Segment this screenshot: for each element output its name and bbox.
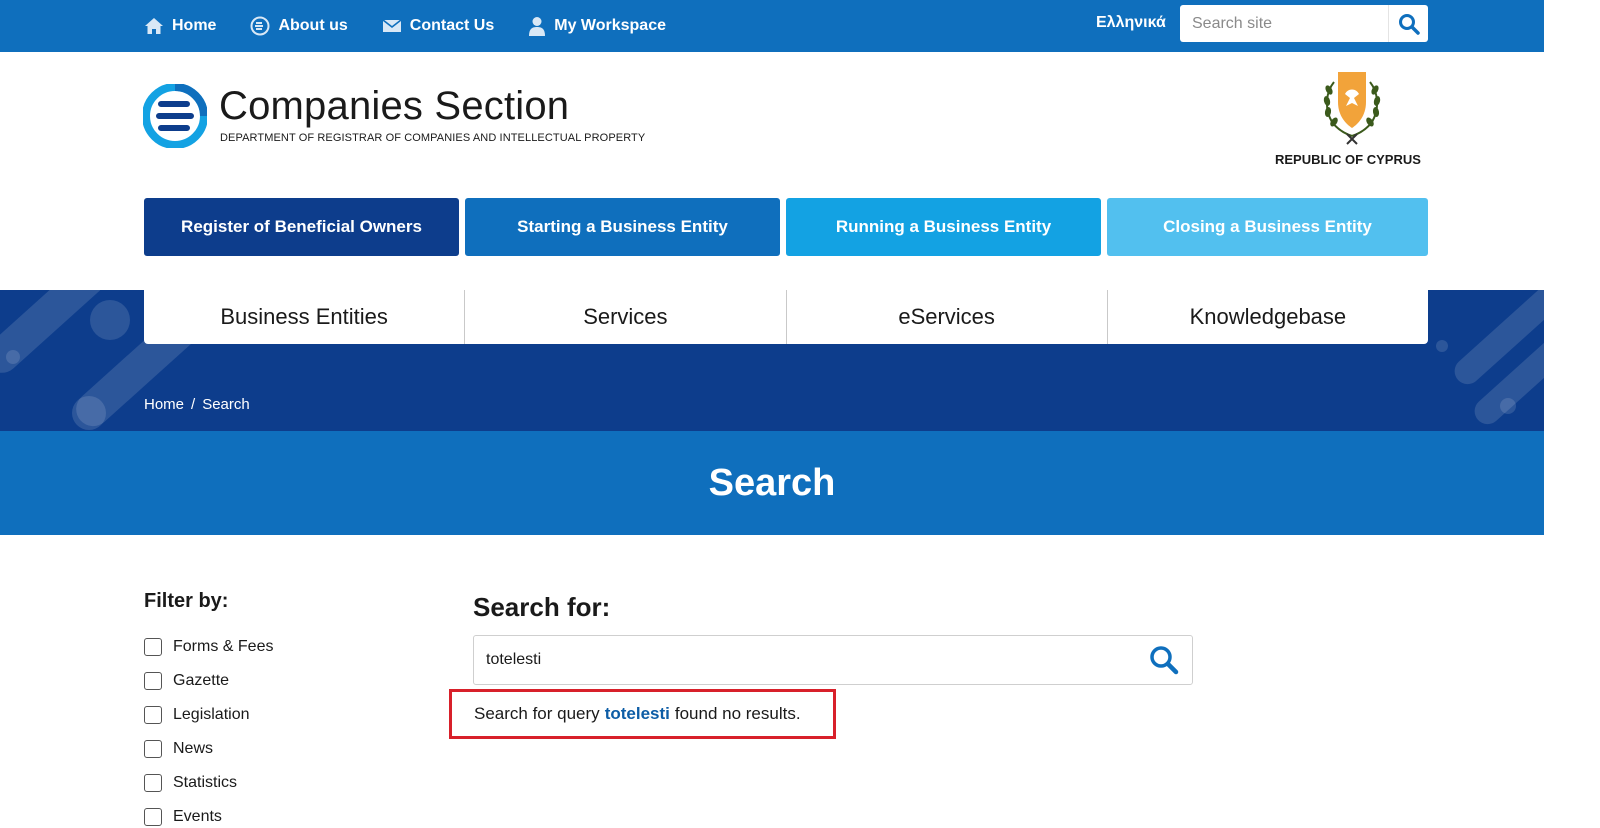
register-beneficial-owners-button[interactable]: Register of Beneficial Owners [144,198,459,256]
companies-section-logo[interactable] [142,83,208,153]
logo-icon [142,83,208,149]
filter-label: Legislation [173,706,250,723]
filter-checkbox[interactable] [144,672,162,690]
running-business-entity-button[interactable]: Running a Business Entity [786,198,1101,256]
filter-checkbox[interactable] [144,638,162,656]
about-icon [250,16,270,36]
no-results-query[interactable]: totelesti [605,704,670,724]
nav-workspace[interactable]: My Workspace [528,16,666,36]
filter-checkbox[interactable] [144,706,162,724]
page-title: Search [708,461,836,504]
search-icon [1150,646,1179,675]
site-subtitle: DEPARTMENT OF REGISTRAR OF COMPANIES AND… [220,132,646,144]
filter-label: Events [173,808,222,825]
filter-checkbox[interactable] [144,774,162,792]
language-switch[interactable]: Ελληνικά [1096,14,1166,32]
filter-label: News [173,740,214,757]
nav-home[interactable]: Home [144,17,216,35]
filter-checkbox[interactable] [144,740,162,758]
nav-contact[interactable]: Contact Us [382,17,494,35]
main-search-button[interactable] [1136,637,1192,683]
main-nav-knowledgebase[interactable]: Knowledgebase [1108,290,1428,344]
nav-about[interactable]: About us [250,16,348,36]
filter-option[interactable]: Legislation [144,698,273,732]
nav-home-label: Home [172,17,217,34]
filter-option[interactable]: Events [144,800,273,828]
nav-contact-label: Contact Us [409,17,495,34]
closing-business-entity-button[interactable]: Closing a Business Entity [1107,198,1428,256]
nav-workspace-label: My Workspace [554,17,666,34]
breadcrumb-home[interactable]: Home [144,396,184,413]
filter-list: Forms & Fees Gazette Legislation News St… [144,630,273,828]
filter-option[interactable]: News [144,732,273,766]
filter-label: Gazette [173,672,230,689]
decor-dot [90,300,130,340]
no-results-prefix: Search for query [474,704,600,723]
starting-business-entity-button[interactable]: Starting a Business Entity [465,198,780,256]
main-nav-services[interactable]: Services [465,290,787,344]
site-search-input[interactable] [1180,5,1388,42]
filter-label: Statistics [173,774,238,791]
filter-checkbox[interactable] [144,808,162,826]
breadcrumb: Home / Search [144,396,250,413]
main-nav-business-entities[interactable]: Business Entities [144,290,466,344]
decor-stripe [0,290,113,380]
filter-option[interactable]: Gazette [144,664,273,698]
search-icon [1398,13,1420,35]
search-heading: Search for: [473,592,611,622]
filter-option[interactable]: Statistics [144,766,273,800]
decor-dot [1500,398,1516,414]
coat-of-arms-icon [1323,72,1381,145]
top-nav: Home About us Contact Us My Workspace [144,0,700,52]
main-nav-eservices[interactable]: eServices [787,290,1108,344]
home-icon [145,18,163,34]
emblem-label: REPUBLIC OF CYPRUS [1275,152,1421,167]
cyprus-emblem [1312,68,1392,151]
breadcrumb-current: Search [202,396,250,413]
decor-dot [6,350,20,364]
site-title: Companies Section [219,84,570,128]
page-title-bar: Search [0,431,1544,535]
no-results-message: Search for query totelesti found no resu… [449,689,836,739]
site-search-button[interactable] [1388,5,1428,42]
breadcrumb-separator: / [191,396,196,413]
main-search [473,635,1193,685]
filter-label: Forms & Fees [173,638,274,655]
filter-heading: Filter by: [144,590,229,612]
main-search-input[interactable] [474,637,1136,683]
nav-about-label: About us [278,17,348,34]
site-search [1180,5,1428,42]
no-results-suffix: found no results. [674,704,801,723]
decor-dot [72,396,106,430]
filter-option[interactable]: Forms & Fees [144,630,273,664]
decor-dot [1436,340,1448,352]
user-icon [529,17,546,36]
envelope-icon [382,19,402,32]
main-nav: Business Entities Services eServices Kno… [144,290,1428,344]
